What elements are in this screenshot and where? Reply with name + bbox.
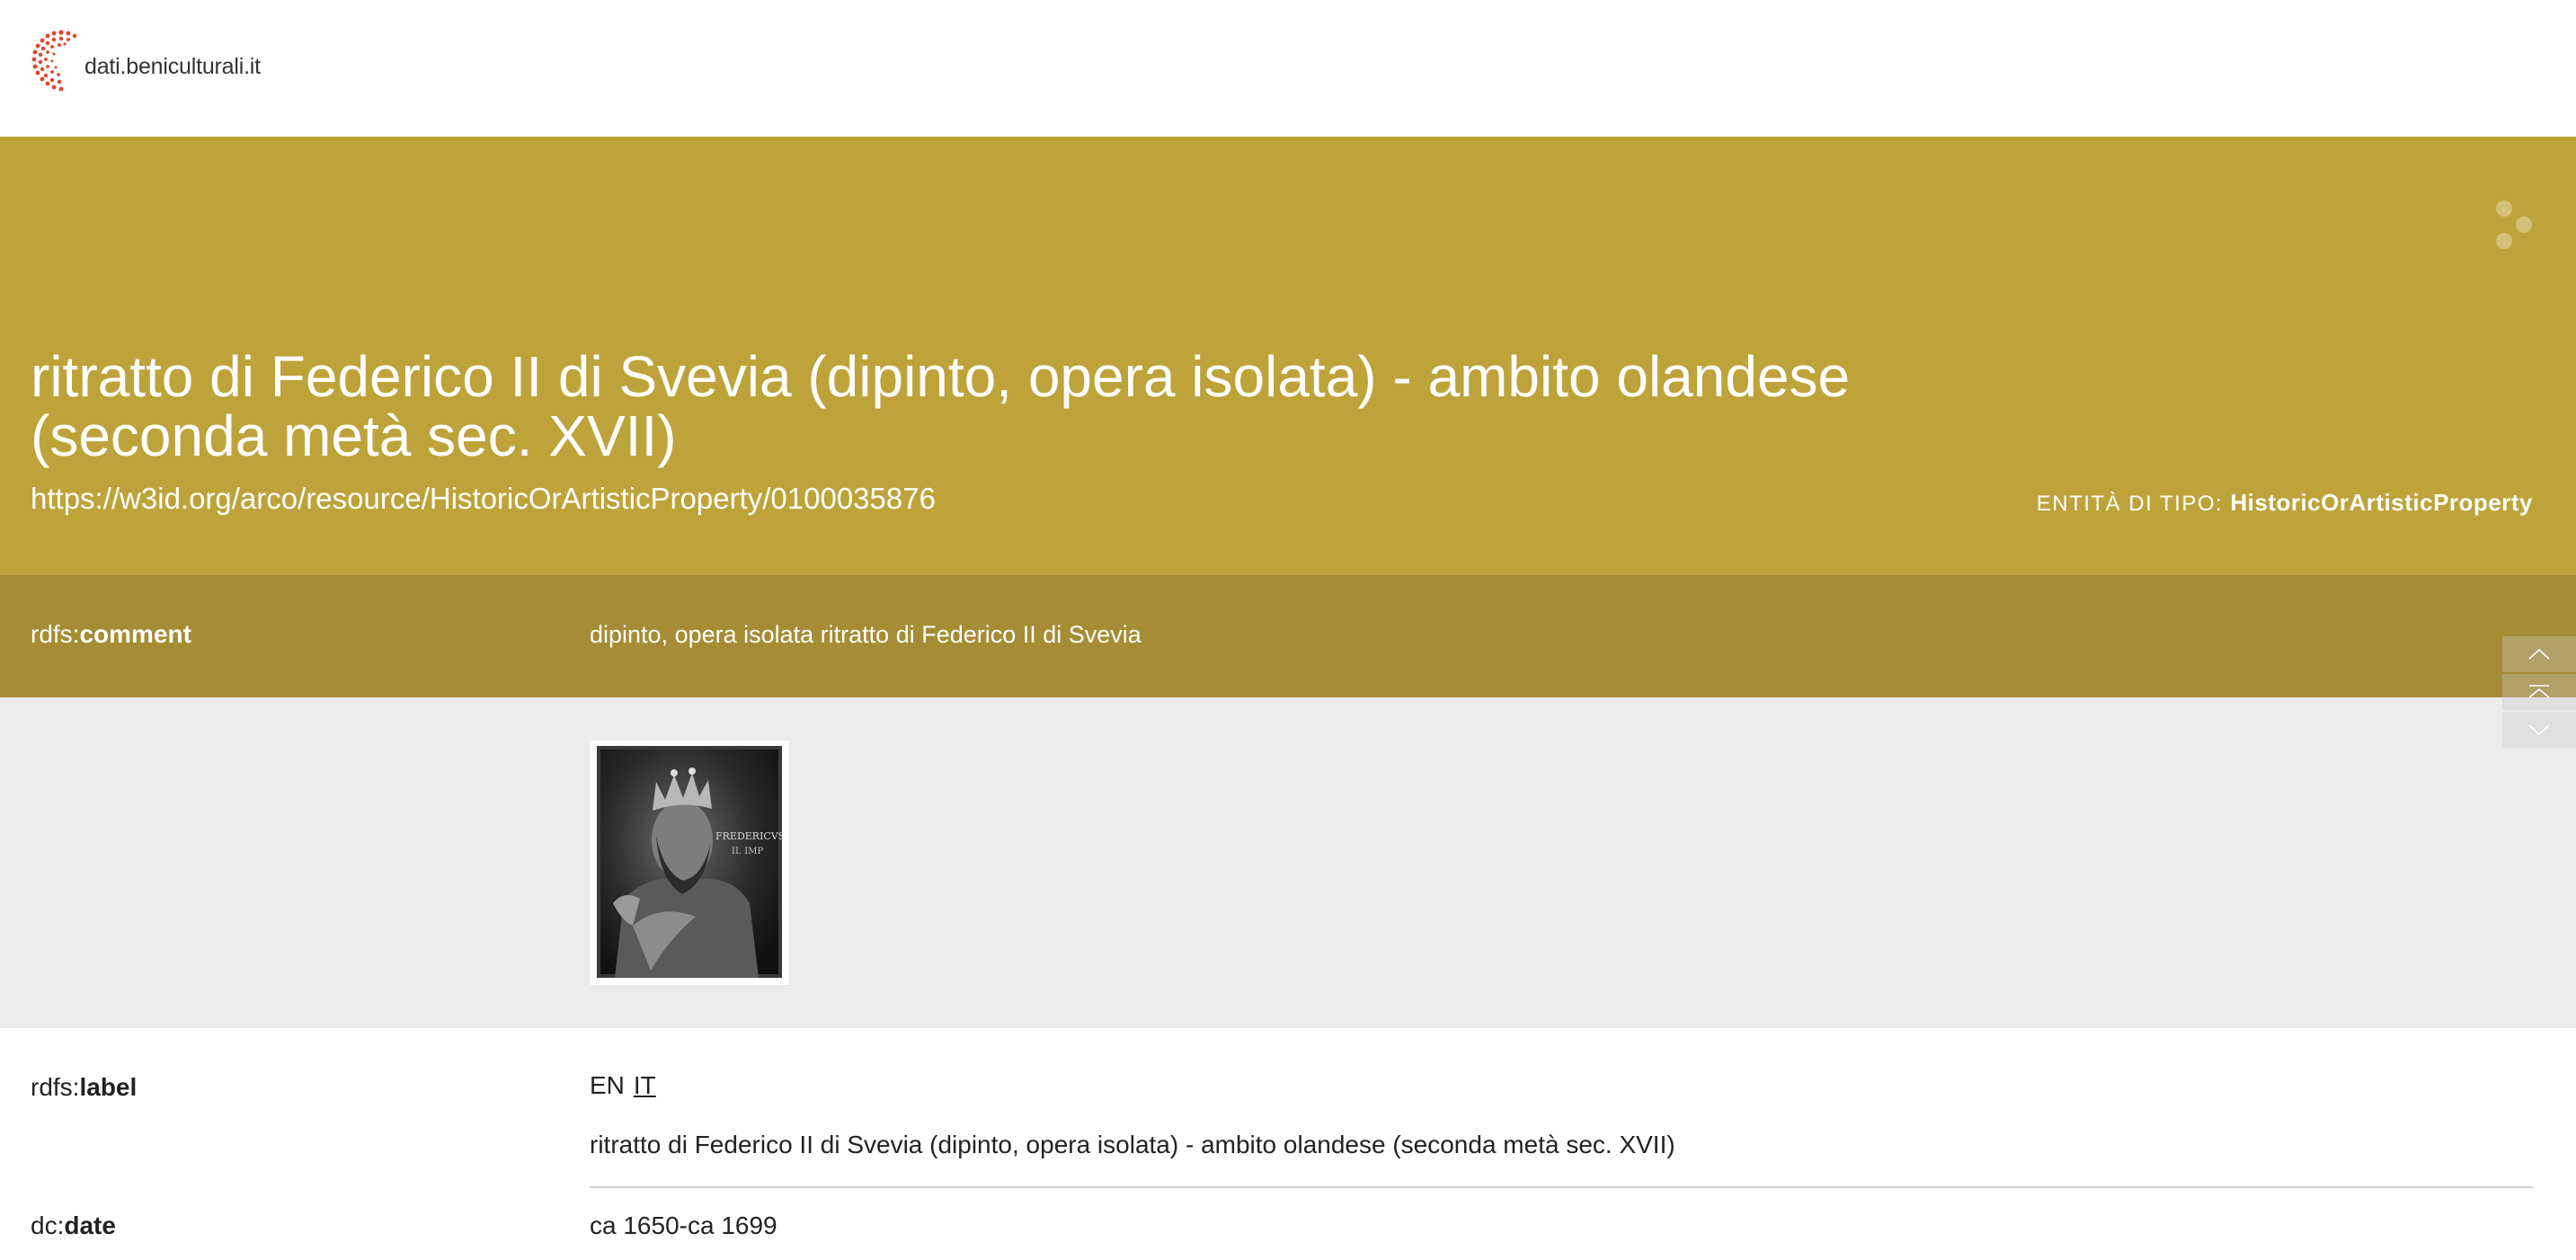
side-navigation <box>2502 636 2576 750</box>
label-property-name: rdfs:label <box>31 1073 138 1101</box>
entity-type-link[interactable]: HistoricOrArtisticProperty <box>2230 489 2533 516</box>
label-value: ritratto di Federico II di Svevia (dipin… <box>590 1131 1675 1158</box>
logo-text: dati.beniculturali.it <box>84 53 261 79</box>
image-row: FREDERICVS II. IMP <box>0 697 2576 1028</box>
double-chevron-up-icon <box>2528 685 2550 698</box>
top-bar: dati.beniculturali.it <box>0 0 2576 137</box>
entity-type: Entità di tipo: HistoricOrArtisticProper… <box>2037 489 2533 517</box>
portrait-image: FREDERICVS II. IMP <box>597 746 782 978</box>
comment-row: rdfs:comment dipinto, opera isolata ritr… <box>0 575 2576 697</box>
site-logo[interactable]: dati.beniculturali.it <box>29 27 261 101</box>
entity-uri: https://w3id.org/arco/resource/HistoricO… <box>31 482 936 515</box>
language-switcher: EN IT <box>590 1071 656 1100</box>
divider <box>590 1186 2533 1188</box>
date-property-name: dc:date <box>31 1211 116 1239</box>
artwork-thumbnail[interactable]: FREDERICVS II. IMP <box>590 741 789 985</box>
entity-header: ritratto di Federico II di Svevia (dipin… <box>0 137 2576 575</box>
lang-it-tab[interactable]: IT <box>634 1071 656 1099</box>
scroll-up-button[interactable] <box>2502 636 2576 672</box>
date-value: ca 1650-ca 1699 <box>590 1211 777 1239</box>
dots-menu-icon[interactable] <box>2493 200 2535 253</box>
chevron-up-icon <box>2528 648 2550 660</box>
comment-property-name: rdfs:comment <box>31 620 191 648</box>
scroll-down-button[interactable] <box>2502 712 2576 748</box>
portrait-inscription-line1: FREDERICVS <box>715 830 782 842</box>
comment-value: dipinto, opera isolata ritratto di Feder… <box>590 621 1141 648</box>
chevron-down-icon <box>2528 724 2550 736</box>
page-title: ritratto di Federico II di Svevia (dipin… <box>31 344 1851 468</box>
lang-en-tab[interactable]: EN <box>590 1071 625 1099</box>
scroll-top-button[interactable] <box>2502 674 2576 710</box>
portrait-inscription-line2: II. IMP <box>732 847 763 856</box>
entity-type-prefix: Entità di tipo: <box>2036 492 2224 516</box>
